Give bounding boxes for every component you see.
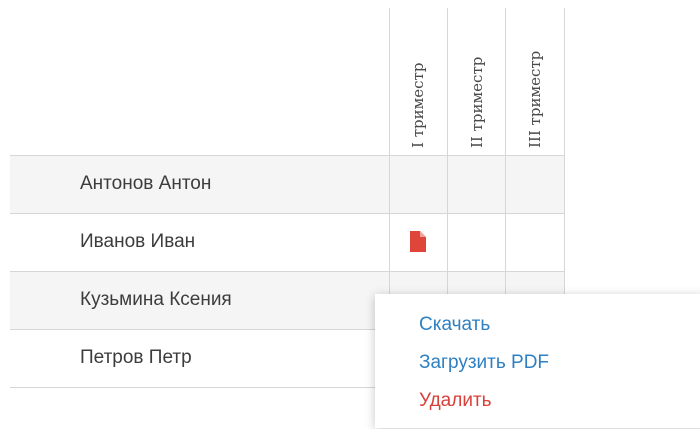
column-divider <box>564 8 565 330</box>
student-name: Петров Петр <box>80 347 192 368</box>
upload-pdf-menu-item[interactable]: Загрузить PDF <box>419 352 549 374</box>
file-pdf-icon[interactable] <box>410 231 426 252</box>
column-header-term-3: III триместр <box>506 8 564 154</box>
delete-menu-item[interactable]: Удалить <box>419 390 492 412</box>
grade-cell[interactable] <box>506 214 564 272</box>
student-name: Кузьмина Ксения <box>80 289 232 310</box>
download-menu-item[interactable]: Скачать <box>419 314 490 336</box>
context-menu: Скачать Загрузить PDF Удалить <box>375 294 700 428</box>
column-header-term-1: I триместр <box>389 8 447 154</box>
column-header-label: II триместр <box>468 56 486 148</box>
grade-cell[interactable] <box>448 156 506 214</box>
column-header-label: III триместр <box>526 50 544 148</box>
grade-cell[interactable] <box>506 156 564 214</box>
grade-cell[interactable] <box>390 214 448 272</box>
student-name: Иванов Иван <box>80 231 196 252</box>
grade-cell[interactable] <box>390 156 448 214</box>
column-header-term-2: II триместр <box>448 8 506 154</box>
column-header-label: I триместр <box>409 62 427 148</box>
student-name: Антонов Антон <box>80 173 212 194</box>
grade-table: I триместр II триместр III триместр Анто… <box>0 0 700 429</box>
grade-cell[interactable] <box>448 214 506 272</box>
